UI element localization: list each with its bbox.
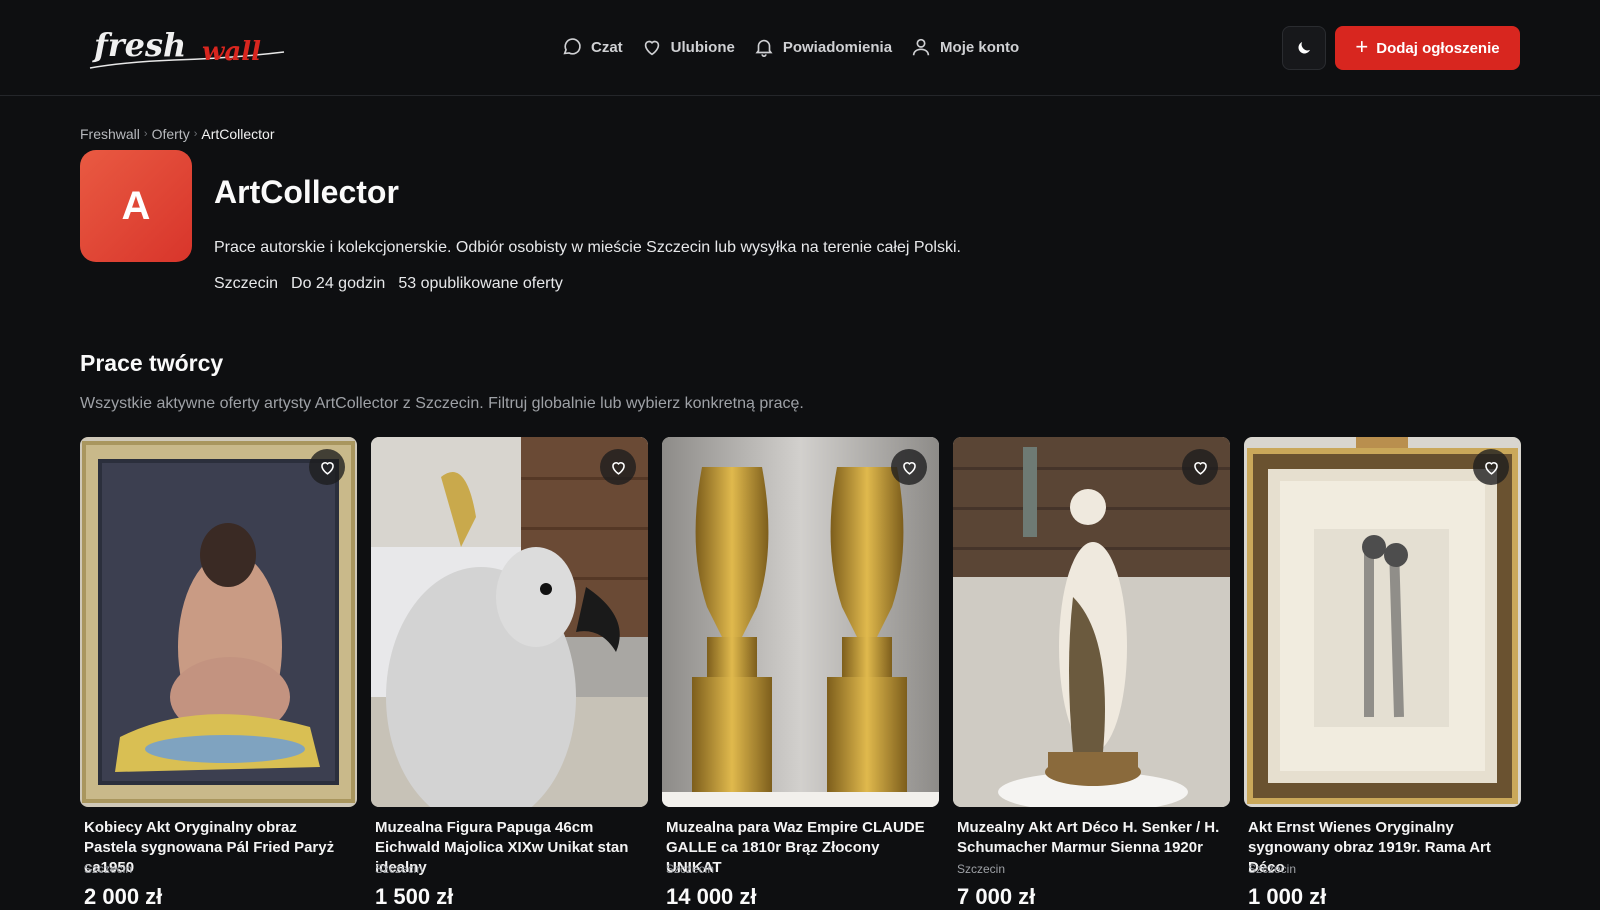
listing-title[interactable]: Kobiecy Akt Oryginalny obraz Pastela syg… — [80, 818, 357, 876]
listing-city: Szczecin — [666, 862, 715, 876]
profile-description: Prace autorskie i kolekcjonerskie. Odbió… — [214, 239, 961, 256]
theme-toggle-button[interactable] — [1282, 26, 1326, 70]
listing-price: 7 000 zł — [957, 884, 1036, 909]
listing-title[interactable]: Akt Ernst Wienes Oryginalny sygnowany ob… — [1244, 818, 1521, 876]
top-header: fresh wall Czat Ulubione Powiadomienia M… — [0, 0, 1600, 96]
profile-offers-count: 53 opublikowane oferty — [398, 275, 563, 292]
listing-card[interactable]: Kobiecy Akt Oryginalny obraz Pastela syg… — [80, 437, 357, 910]
listing-price: 1 000 zł — [1248, 884, 1327, 909]
favorite-button[interactable] — [600, 449, 636, 485]
heart-icon — [320, 461, 334, 475]
avatar: A — [80, 150, 192, 262]
heart-icon — [644, 40, 659, 56]
moon-icon — [1298, 42, 1310, 54]
nav-favorites[interactable]: Ulubione — [641, 36, 735, 58]
favorite-button[interactable] — [1182, 449, 1218, 485]
favorite-button[interactable] — [1473, 449, 1509, 485]
listing-price: 1 500 zł — [375, 884, 454, 909]
heart-icon — [611, 461, 625, 475]
heart-icon — [902, 461, 916, 475]
plus-icon: + — [1355, 34, 1369, 59]
profile-response-time: Do 24 godzin — [291, 275, 386, 292]
nav-notifications[interactable]: Powiadomienia — [753, 36, 892, 58]
user-icon — [912, 38, 930, 56]
chat-bubble-icon — [563, 38, 581, 55]
nav-notifications-label: Powiadomienia — [782, 38, 893, 56]
breadcrumb-separator-icon: › — [143, 128, 148, 140]
logo-word-wall: wall — [202, 37, 261, 67]
breadcrumb: Freshwall › Oferty › ArtCollector — [80, 126, 275, 142]
section-title: Prace twórcy — [80, 350, 224, 376]
favorite-button[interactable] — [309, 449, 345, 485]
listing-image[interactable] — [80, 437, 357, 807]
listing-image[interactable] — [662, 437, 939, 807]
listing-card[interactable]: Muzealna Figura Papuga 46cm Eichwald Maj… — [371, 437, 648, 910]
profile-city: Szczecin — [214, 275, 279, 292]
nav-account-label: Moje konto — [940, 38, 1020, 56]
profile-meta: Szczecin Do 24 godzin 53 opublikowane of… — [214, 275, 563, 293]
listing-image[interactable] — [953, 437, 1230, 807]
listing-image[interactable] — [371, 437, 648, 807]
listing-card[interactable]: Muzealna para Waz Empire CLAUDE GALLE ca… — [662, 437, 939, 910]
nav-chat-label: Czat — [591, 38, 623, 56]
nav-account[interactable]: Moje konto — [910, 36, 1019, 58]
add-listing-button[interactable]: + Dodaj ogłoszenie — [1335, 26, 1520, 70]
nav-chat[interactable]: Czat — [561, 36, 623, 58]
breadcrumb-home[interactable]: Freshwall — [80, 126, 140, 142]
listing-title[interactable]: Muzealna Figura Papuga 46cm Eichwald Maj… — [371, 818, 648, 876]
breadcrumb-offers[interactable]: Oferty — [152, 126, 190, 142]
listing-title[interactable]: Muzealna para Waz Empire CLAUDE GALLE ca… — [662, 818, 939, 876]
listing-card[interactable]: Akt Ernst Wienes Oryginalny sygnowany ob… — [1244, 437, 1521, 910]
breadcrumb-current: ArtCollector — [201, 126, 275, 142]
listing-image[interactable] — [1244, 437, 1521, 807]
breadcrumb-separator-icon: › — [193, 128, 198, 140]
profile-name: ArtCollector — [214, 174, 399, 210]
listing-card[interactable]: Muzealny Akt Art Déco H. Senker / H. Sch… — [953, 437, 1230, 910]
main-nav: Czat Ulubione Powiadomienia Moje konto — [561, 36, 1037, 58]
section-subtitle: Wszystkie aktywne oferty artysty ArtColl… — [80, 395, 804, 412]
listing-city: Szczecin — [84, 862, 133, 876]
listing-grid: Kobiecy Akt Oryginalny obraz Pastela syg… — [80, 437, 1521, 910]
listing-price: 14 000 zł — [666, 884, 757, 909]
freshwall-logo[interactable]: fresh wall — [84, 22, 294, 74]
favorite-button[interactable] — [891, 449, 927, 485]
listing-city: Szczecin — [1248, 862, 1297, 876]
bell-icon — [755, 39, 773, 57]
listing-price: 2 000 zł — [84, 884, 163, 909]
listing-city: Szczecin — [957, 862, 1006, 876]
heart-icon — [1484, 461, 1498, 475]
heart-icon — [1193, 461, 1207, 475]
add-listing-label: Dodaj ogłoszenie — [1376, 39, 1500, 57]
logo-word-fresh: fresh — [92, 26, 186, 64]
listing-city: Szczecin — [375, 862, 424, 876]
nav-favorites-label: Ulubione — [670, 38, 735, 56]
listing-title[interactable]: Muzealny Akt Art Déco H. Senker / H. Sch… — [953, 818, 1230, 858]
